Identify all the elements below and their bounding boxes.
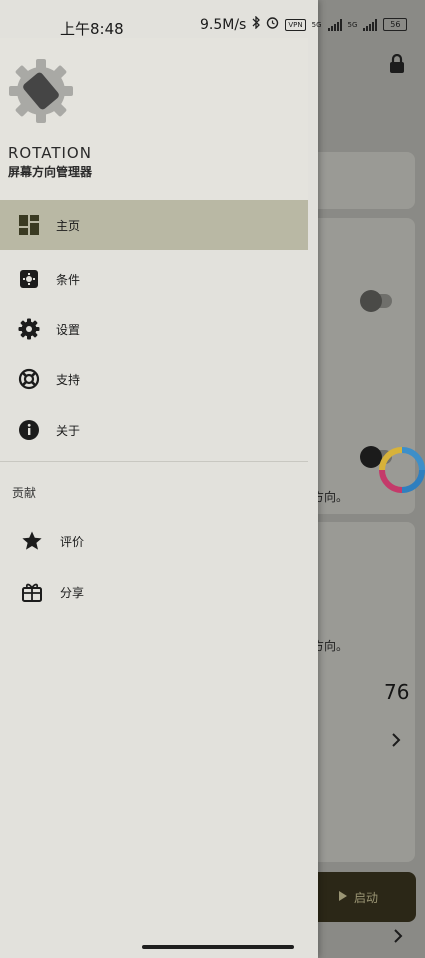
drawer-item-rate[interactable]: 评价 — [0, 516, 308, 566]
drawer-item-label: 分享 — [60, 585, 85, 600]
status-bar: 上午8:48 9.5M/s VPN 5G 5G 56 — [0, 0, 425, 40]
drawer-item-label: 条件 — [56, 272, 81, 287]
play-icon — [338, 890, 348, 905]
gift-icon — [20, 580, 44, 604]
drawer-item-settings[interactable]: 设置 — [0, 304, 308, 354]
bluetooth-icon — [252, 15, 261, 33]
bg-toggle-1[interactable] — [360, 290, 392, 312]
bg-value: 76 — [384, 680, 410, 704]
navigation-drawer: ROTATION 屏幕方向管理器 主页 条件 设置 支持 关于 贡献 评价 分享 — [0, 0, 318, 958]
star-icon — [20, 529, 44, 553]
lock-icon — [388, 53, 406, 78]
net-label-1: 5G — [311, 20, 322, 29]
info-icon — [17, 418, 41, 442]
net-label-2: 5G — [347, 20, 358, 29]
app-subtitle: 屏幕方向管理器 — [8, 165, 93, 179]
drawer-item-support[interactable]: 支持 — [0, 354, 308, 404]
drawer-item-about[interactable]: 关于 — [0, 405, 308, 455]
drawer-item-label: 评价 — [60, 534, 85, 549]
drawer-item-label: 设置 — [56, 322, 81, 337]
drawer-item-home[interactable]: 主页 — [0, 200, 308, 250]
dashboard-icon — [17, 213, 41, 237]
signal-icon — [363, 18, 378, 31]
start-button-label: 启动 — [353, 890, 378, 905]
chevron-right-icon[interactable] — [392, 928, 404, 948]
conditions-icon — [17, 267, 41, 291]
drawer-item-label: 主页 — [56, 218, 81, 233]
vpn-badge: VPN — [285, 18, 306, 31]
home-indicator[interactable] — [142, 945, 294, 949]
drawer-item-label: 支持 — [56, 372, 81, 387]
loading-spinner-icon — [378, 446, 425, 498]
alarm-icon — [266, 16, 279, 33]
network-speed: 9.5M/s — [200, 16, 247, 33]
drawer-divider — [0, 461, 308, 462]
signal-icon — [327, 18, 342, 31]
battery-level: 56 — [390, 20, 401, 29]
chevron-right-icon[interactable] — [390, 732, 402, 752]
app-logo-icon — [8, 58, 74, 124]
drawer-item-label: 关于 — [56, 423, 81, 438]
drawer-item-share[interactable]: 分享 — [0, 567, 308, 617]
gear-icon — [17, 317, 41, 341]
section-title: 贡献 — [12, 486, 37, 500]
drawer-item-conditions[interactable]: 条件 — [0, 254, 308, 304]
lifebuoy-icon — [17, 367, 41, 391]
app-name: ROTATION — [8, 144, 92, 162]
status-time: 上午8:48 — [60, 20, 124, 38]
battery-icon: 56 — [383, 18, 408, 31]
status-icons: 9.5M/s VPN 5G 5G 56 — [200, 15, 408, 33]
